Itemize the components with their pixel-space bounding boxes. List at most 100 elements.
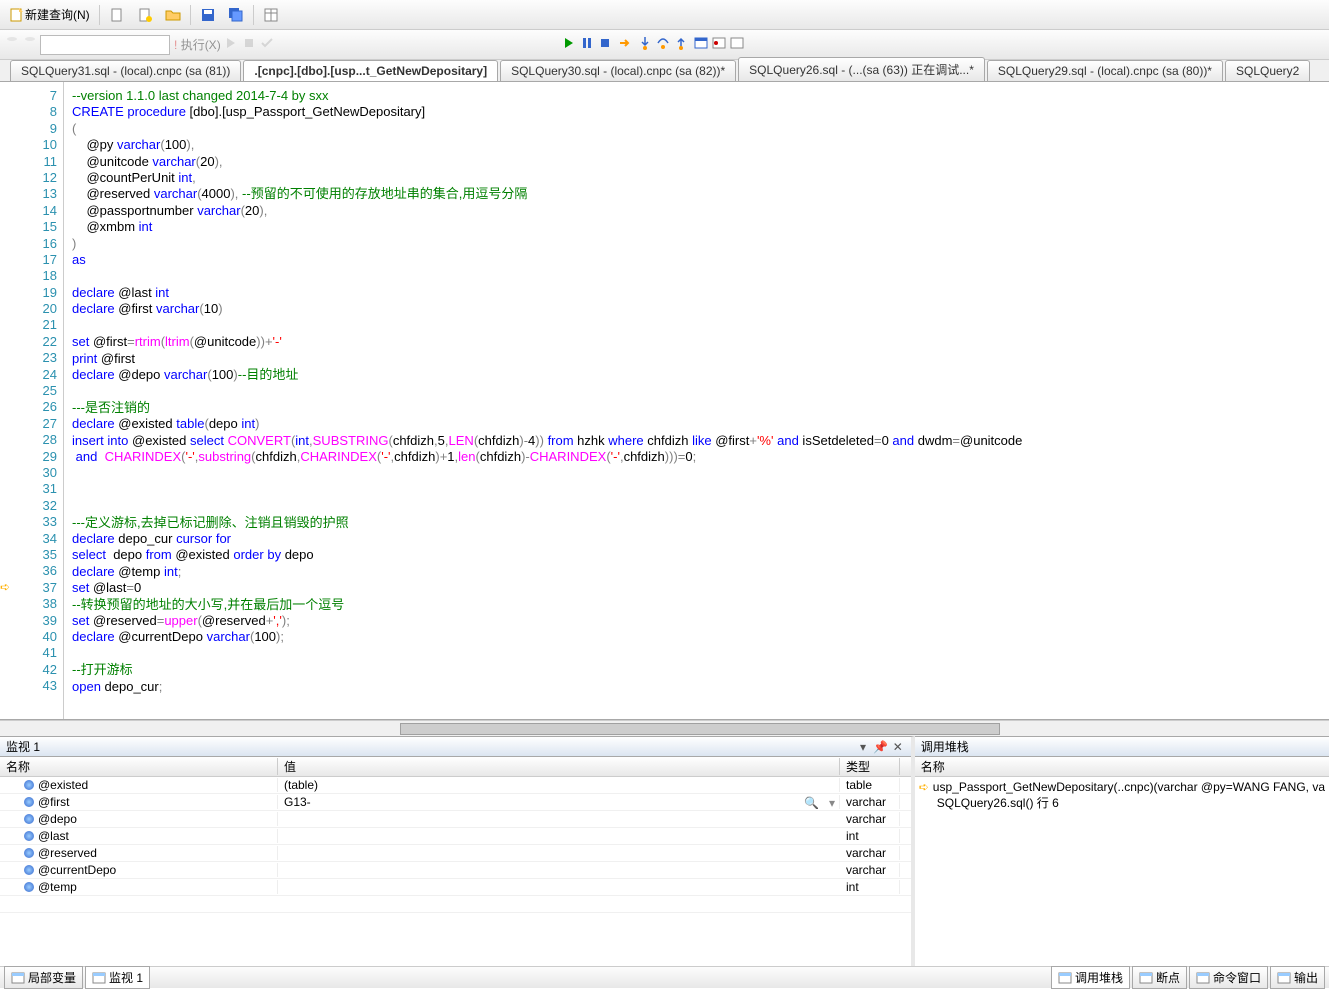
callstack-title-bar: 调用堆栈 [915,737,1329,757]
horizontal-scrollbar[interactable] [0,720,1329,736]
open-button[interactable] [160,4,186,26]
new-query-label: 新建查询(N) [25,6,90,23]
code-editor[interactable]: ➪ 78910111213141516171819202122232425262… [0,82,1329,720]
close-icon[interactable]: ✕ [891,740,905,754]
watch-row[interactable]: @reservedvarchar [0,845,911,862]
db-icon [4,35,20,51]
callstack-header: 名称 [915,757,1329,777]
code-content[interactable]: --version 1.1.0 last changed 2014-7-4 by… [64,82,1329,719]
bottom-tab[interactable]: 断点 [1132,966,1187,989]
variable-icon [24,865,34,875]
watch-row[interactable]: @firstG13-🔍▾varchar [0,794,911,811]
db-change-icon [22,35,38,51]
save-all-button[interactable] [223,4,249,26]
document-tab[interactable]: SQLQuery30.sql - (local).cnpc (sa (82))* [500,60,736,81]
document-tab[interactable]: SQLQuery31.sql - (local).cnpc (sa (81)) [10,60,241,81]
debug-button [223,35,239,54]
watch-row[interactable]: @lastint [0,828,911,845]
step-out-button[interactable] [673,35,689,54]
play-icon [223,35,239,51]
change-connection-button [22,35,38,54]
stop-button [241,35,257,54]
separator [190,5,191,25]
panel-icon [11,971,25,985]
scrollbar-thumb[interactable] [400,723,1000,735]
stop-debug-icon [597,35,613,51]
save-button[interactable] [195,4,221,26]
toolbar-btn [385,35,401,54]
toolbar-btn [367,35,383,54]
separator [99,5,100,25]
open-icon [165,7,181,23]
dropdown-icon[interactable]: ▾ [829,796,835,809]
toolbar-btn [277,35,293,54]
step-into-button[interactable] [637,35,653,54]
output-button[interactable] [729,35,745,54]
document-tabs: SQLQuery31.sql - (local).cnpc (sa (81)).… [0,60,1329,82]
watch-row[interactable]: @tempint [0,879,911,896]
callstack-row[interactable]: ➪usp_Passport_GetNewDepositary(..cnpc)(v… [919,779,1325,795]
folder-new-icon [137,7,153,23]
bottom-tab[interactable]: 命令窗口 [1189,966,1268,989]
toolbar-main: 新建查询(N) [0,0,1329,30]
new-query-button[interactable]: 新建查询(N) [4,3,95,26]
callstack-body: ➪usp_Passport_GetNewDepositary(..cnpc)(v… [915,777,1329,966]
document-tab[interactable]: SQLQuery29.sql - (local).cnpc (sa (80))* [987,60,1223,81]
toolbar-btn [349,35,365,54]
breakpoints-button[interactable] [711,35,727,54]
variable-icon [24,797,34,807]
watch-row[interactable]: @existed(table)table [0,777,911,794]
callstack-panel: 调用堆栈 名称 ➪usp_Passport_GetNewDepositary(.… [915,736,1329,966]
bottom-tab[interactable]: 调用堆栈 [1051,966,1130,989]
stop-debug-button[interactable] [597,35,613,54]
step-out-icon [673,35,689,51]
database-combo[interactable] [40,35,170,55]
step-over-button[interactable] [655,35,671,54]
pause-button[interactable] [579,35,595,54]
arrow-right-icon [617,35,633,51]
table-icon [263,7,279,23]
check-icon [259,35,275,51]
line-gutter: 7891011121314151617181920212223242526272… [0,82,64,719]
new-query-icon [9,7,25,23]
toolbar-sql: ! 执行(X) [0,30,1329,60]
watch-row[interactable]: @depovarchar [0,811,911,828]
col-value[interactable]: 值 [278,758,840,775]
new-folder-button[interactable] [132,4,158,26]
col-type[interactable]: 类型 [840,758,900,775]
panel-icon [1139,971,1153,985]
toolbar-btn [313,35,329,54]
document-tab[interactable]: SQLQuery26.sql - (...(sa (63)) 正在调试...* [738,57,985,81]
step-next-button[interactable] [617,35,633,54]
separator [253,5,254,25]
watch-panel: 监视 1 ▾ 📌 ✕ 名称 值 类型 @existed(table)table @… [0,736,915,966]
watch-row-empty[interactable] [0,896,911,913]
document-tab[interactable]: SQLQuery2 [1225,60,1310,81]
output-icon [729,35,745,51]
magnifier-icon[interactable]: 🔍 [804,796,819,809]
col-name[interactable]: 名称 [0,758,278,775]
panel-icon [1196,971,1210,985]
bottom-tab[interactable]: 局部变量 [4,966,83,989]
new-file-button[interactable] [104,4,130,26]
watch-row[interactable]: @currentDepovarchar [0,862,911,879]
pin-icon[interactable]: 📌 [873,740,887,754]
toolbar-btn [331,35,347,54]
stop-icon [241,35,257,51]
continue-button[interactable] [561,35,577,54]
current-frame-icon: ➪ [919,779,929,795]
variable-icon [24,780,34,790]
windows-button[interactable] [693,35,709,54]
bottom-tab[interactable]: 输出 [1270,966,1325,989]
table-button[interactable] [258,4,284,26]
callstack-row[interactable]: SQLQuery26.sql() 行 6 [919,795,1325,811]
execute-label: 执行(X) [181,38,221,52]
watch-title-bar: 监视 1 ▾ 📌 ✕ [0,737,911,757]
callstack-title: 调用堆栈 [921,738,969,755]
watch-grid-body: @existed(table)table@firstG13-🔍▾varchar@… [0,777,911,966]
document-tab[interactable]: .[cnpc].[dbo].[usp...t_GetNewDepositary] [243,60,498,81]
panel-icon [92,971,106,985]
bottom-panels: 监视 1 ▾ 📌 ✕ 名称 值 类型 @existed(table)table @… [0,736,1329,966]
dropdown-icon[interactable]: ▾ [856,740,870,754]
bottom-tab[interactable]: 监视 1 [85,966,150,989]
